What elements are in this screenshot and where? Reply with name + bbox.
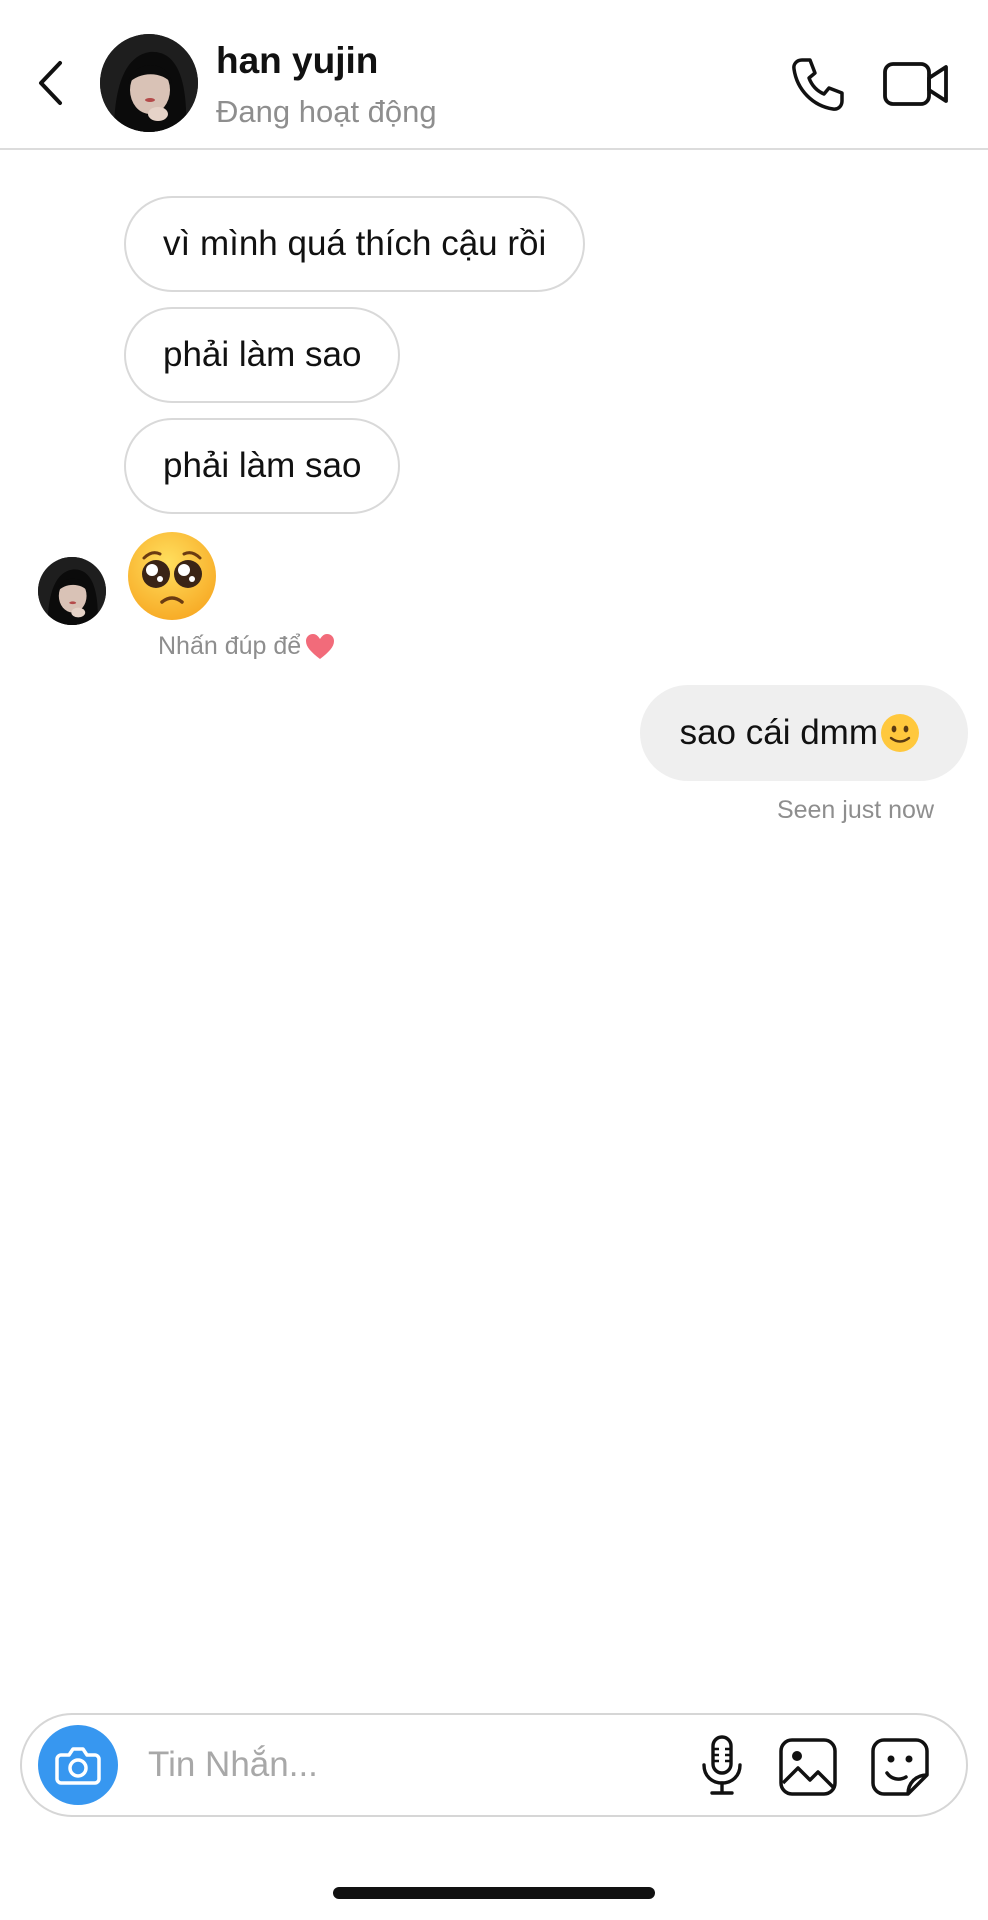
contact-name[interactable]: han yujin [216,40,378,82]
camera-button[interactable] [38,1725,118,1805]
incoming-message-bubble[interactable]: phải làm sao [124,307,401,403]
double-tap-hint: Nhấn đúp để [158,632,335,661]
back-button[interactable] [28,56,72,110]
active-status: Đang hoạt động [216,94,437,129]
outgoing-message-bubble[interactable]: sao cái dmm [639,685,968,781]
home-indicator [333,1887,655,1899]
gallery-button[interactable] [778,1737,838,1797]
pleading-face-emoji-message[interactable] [126,530,218,622]
message-composer [20,1713,968,1817]
sticker-icon [871,1738,929,1796]
sticker-button[interactable] [870,1737,930,1797]
voice-message-button[interactable] [694,1735,750,1797]
incoming-message-bubble[interactable]: vì mình quá thích cậu rồi [124,196,586,292]
contact-avatar[interactable] [100,34,198,132]
microphone-icon [702,1735,742,1795]
camera-icon [55,1747,101,1785]
video-camera-icon [883,62,948,106]
incoming-message-bubble[interactable]: phải làm sao [124,418,401,514]
seen-status: Seen just now [776,796,934,824]
voice-call-button[interactable] [788,54,848,114]
phone-icon [792,58,844,111]
chat-header: han yujin Đang hoạt động [0,0,988,150]
slightly-smiling-face-icon [881,714,919,752]
outgoing-message-text: sao cái dmm [679,713,878,752]
image-icon [779,1738,837,1796]
double-tap-hint-text: Nhấn đúp để [158,632,302,660]
sender-avatar[interactable] [38,557,106,625]
heart-icon [306,634,335,659]
pleading-face-icon [128,532,216,620]
video-call-button[interactable] [882,56,950,112]
chevron-left-icon [39,61,62,105]
message-input[interactable] [148,1733,668,1797]
